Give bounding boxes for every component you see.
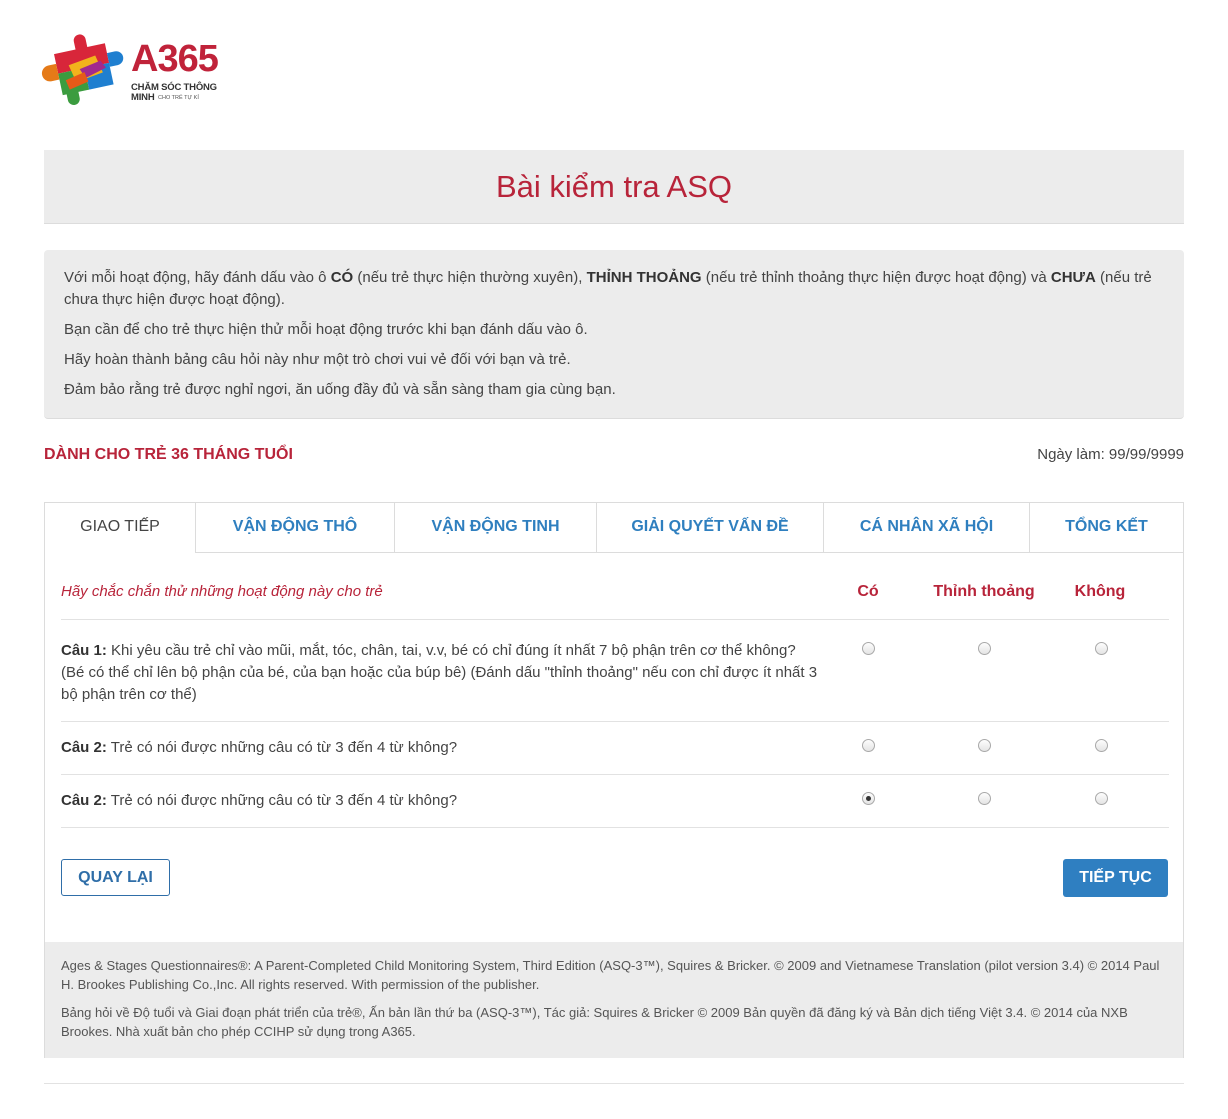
logo[interactable]: A365 CHĂM SÓC THÔNG MINH CHO TRẺ TỰ KỈ: [40, 28, 240, 112]
tab-van-dong-tinh[interactable]: VẬN ĐỘNG TINH: [394, 503, 596, 553]
tab-giao-tiep[interactable]: GIAO TIẾP: [45, 503, 195, 553]
tab-van-dong-tho[interactable]: VẬN ĐỘNG THÔ: [195, 503, 394, 553]
instruction-4: Đảm bảo rằng trẻ được nghỉ ngơi, ăn uống…: [64, 381, 616, 398]
instructions-box: Với mỗi hoạt động, hãy đánh dấu vào ô CÓ…: [44, 250, 1184, 419]
tab-tong-ket[interactable]: TỔNG KẾT: [1029, 503, 1183, 553]
q1-radio-sometimes[interactable]: [978, 642, 991, 655]
question-2: Câu 2: Trẻ có nói được những câu có từ 3…: [61, 739, 458, 756]
copyright-vietnamese: Bảng hỏi về Độ tuổi và Giai đoạn phát tr…: [61, 1005, 1128, 1039]
row-divider: [61, 619, 1169, 620]
title-band: Bài kiểm tra ASQ: [44, 150, 1184, 224]
tab-ca-nhan-xa-hoi[interactable]: CÁ NHÂN XÃ HỘI: [823, 503, 1029, 553]
puzzle-logo-icon: [41, 34, 124, 105]
back-button[interactable]: QUAY LẠI: [61, 859, 170, 896]
instruction-1: Với mỗi hoạt động, hãy đánh dấu vào ô CÓ…: [64, 269, 1152, 308]
question-3: Câu 2: Trẻ có nói được những câu có từ 3…: [61, 792, 458, 809]
tab-bar: GIAO TIẾP VẬN ĐỘNG THÔ VẬN ĐỘNG TINH GIẢ…: [45, 503, 1183, 553]
instruction-2: Bạn cần để cho trẻ thực hiện thử mỗi hoạ…: [64, 321, 588, 338]
column-sometimes: Thỉnh thoảng: [933, 583, 1035, 600]
q2-radio-yes[interactable]: [862, 739, 875, 752]
page-title: Bài kiểm tra ASQ: [495, 169, 733, 204]
copyright-footer: Ages & Stages Questionnaires®: A Parent-…: [45, 942, 1183, 1058]
age-label: DÀNH CHO TRẺ 36 THÁNG TUỔI: [44, 446, 293, 463]
q3-radio-sometimes[interactable]: [978, 792, 991, 805]
q1-radio-yes[interactable]: [862, 642, 875, 655]
q3-radio-no[interactable]: [1095, 792, 1108, 805]
q2-radio-sometimes[interactable]: [978, 739, 991, 752]
row-divider: [61, 827, 1169, 828]
next-button[interactable]: TIẾP TỤC: [1063, 859, 1168, 897]
page-divider: [44, 1083, 1184, 1084]
question-1: Câu 1: Khi yêu cầu trẻ chỉ vào mũi, mắt,…: [61, 642, 818, 703]
instruction-3: Hãy hoàn thành bảng câu hỏi này như một …: [64, 351, 571, 368]
logo-tagline: CHO TRẺ TỰ KỈ: [158, 95, 199, 101]
questionnaire-panel: GIAO TIẾP VẬN ĐỘNG THÔ VẬN ĐỘNG TINH GIẢ…: [44, 502, 1184, 1058]
table-hint: Hãy chắc chắn thử những hoạt động này ch…: [61, 583, 383, 600]
q1-radio-no[interactable]: [1095, 642, 1108, 655]
q3-radio-yes[interactable]: [862, 792, 875, 805]
column-yes: Có: [857, 583, 879, 600]
copyright-english: Ages & Stages Questionnaires®: A Parent-…: [61, 958, 1160, 992]
logo-title: A365: [131, 38, 219, 80]
date-label: Ngày làm: 99/99/9999: [1037, 446, 1184, 463]
tab-giai-quyet-van-de[interactable]: GIẢI QUYẾT VẤN ĐỀ: [596, 503, 823, 553]
row-divider: [61, 721, 1169, 722]
column-no: Không: [1074, 583, 1126, 600]
row-divider: [61, 774, 1169, 775]
q2-radio-no[interactable]: [1095, 739, 1108, 752]
